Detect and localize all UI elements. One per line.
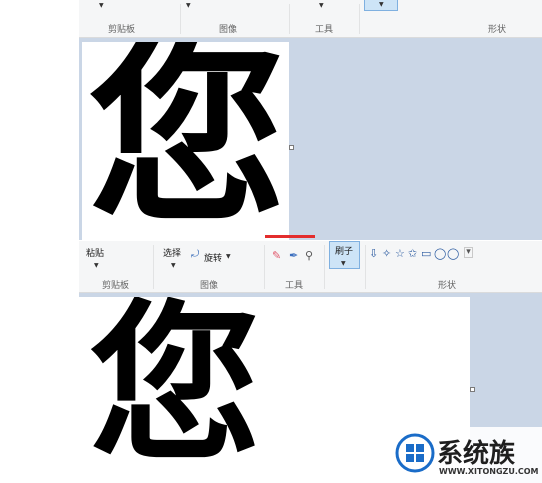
rotate-icon: ⤾ bbox=[191, 249, 200, 260]
canvas-resize-handle[interactable] bbox=[470, 387, 475, 392]
group-label-clipboard: 剪贴板 bbox=[108, 25, 136, 35]
bottom-workarea: 您 系统族 WWW.XITONGZU.COM bbox=[79, 293, 542, 483]
group-label-shapes: 形状 bbox=[488, 25, 507, 35]
bottom-ribbon: 粘贴 ▼ 选择 ▼ ⤾ 旋转 ▼ ✎ ✒ ⚲ 刷子 ▼ ⇩ ✧ ☆ ✩ ▭ ◯ … bbox=[79, 241, 542, 293]
bottom-paint-panel: 粘贴 ▼ 选择 ▼ ⤾ 旋转 ▼ ✎ ✒ ⚲ 刷子 ▼ ⇩ ✧ ☆ ✩ ▭ ◯ … bbox=[79, 241, 542, 483]
brush-button-arrow: ▼ bbox=[379, 1, 384, 8]
top-ribbon: ▼ ▼ ▼ ▼ 剪贴板 图像 工具 形状 bbox=[79, 0, 542, 38]
separator bbox=[365, 245, 366, 289]
paste-button-label[interactable]: 粘贴 bbox=[86, 246, 104, 259]
brush-dropdown-arrow: ▼ bbox=[341, 260, 346, 267]
rect-callout-icon[interactable]: ▭ bbox=[421, 248, 431, 259]
magnifier-icon[interactable]: ⚲ bbox=[305, 250, 313, 261]
six-point-star-icon[interactable]: ✩ bbox=[408, 248, 417, 259]
brush-dropdown-arrow[interactable]: ▼ bbox=[319, 2, 324, 9]
separator bbox=[153, 245, 154, 289]
separator bbox=[180, 4, 181, 34]
watermark-title: 系统族 bbox=[437, 439, 516, 469]
bottom-canvas-character: 您 bbox=[89, 297, 261, 483]
five-point-star-icon[interactable]: ☆ bbox=[395, 248, 405, 259]
group-label-image: 图像 bbox=[219, 25, 238, 35]
windows-logo-icon bbox=[395, 433, 435, 473]
group-label-tools: 工具 bbox=[315, 25, 334, 35]
separator bbox=[264, 245, 265, 289]
group-label-image: 图像 bbox=[200, 281, 219, 291]
watermark: 系统族 WWW.XITONGZU.COM bbox=[393, 427, 542, 483]
watermark-url: WWW.XITONGZU.COM bbox=[439, 467, 539, 476]
cloud-callout-icon[interactable]: ◯ bbox=[447, 248, 459, 259]
separator bbox=[359, 4, 360, 34]
color-picker-icon[interactable]: ✒ bbox=[289, 250, 298, 261]
rotate-button-label[interactable]: 旋转 bbox=[204, 251, 222, 264]
select-dropdown-arrow[interactable]: ▼ bbox=[186, 2, 191, 9]
group-label-shapes: 形状 bbox=[438, 281, 457, 291]
top-workarea: 您 bbox=[79, 38, 542, 240]
canvas-resize-handle[interactable] bbox=[289, 145, 294, 150]
brush-button-active[interactable]: ▼ bbox=[364, 0, 398, 11]
paste-dropdown-arrow[interactable]: ▼ bbox=[99, 2, 104, 9]
top-paint-panel: ▼ ▼ ▼ ▼ 剪贴板 图像 工具 形状 您 bbox=[79, 0, 542, 240]
eraser-icon[interactable]: ✎ bbox=[272, 250, 281, 261]
red-marker-line bbox=[265, 235, 315, 238]
arrow-down-shape-icon[interactable]: ⇩ bbox=[369, 248, 378, 259]
paste-dropdown-arrow[interactable]: ▼ bbox=[94, 262, 99, 269]
select-button-label[interactable]: 选择 bbox=[163, 246, 181, 259]
group-label-clipboard: 剪贴板 bbox=[102, 281, 130, 291]
top-canvas-character: 您 bbox=[88, 42, 286, 240]
rotate-dropdown-arrow[interactable]: ▼ bbox=[226, 253, 231, 260]
shapes-gallery: ⇩ ✧ ☆ ✩ ▭ ◯ ◯ ▾ bbox=[369, 246, 484, 262]
separator bbox=[289, 4, 290, 34]
oval-callout-icon[interactable]: ◯ bbox=[434, 248, 446, 259]
brush-button[interactable]: 刷子 ▼ bbox=[329, 241, 360, 269]
four-point-star-icon[interactable]: ✧ bbox=[382, 248, 391, 259]
gallery-more-button[interactable]: ▾ bbox=[464, 247, 473, 258]
top-drawing-canvas[interactable]: 您 bbox=[82, 42, 289, 240]
brush-button-label: 刷子 bbox=[335, 247, 354, 257]
separator bbox=[324, 245, 325, 289]
group-label-tools: 工具 bbox=[285, 281, 304, 291]
select-dropdown-arrow[interactable]: ▼ bbox=[171, 262, 176, 269]
